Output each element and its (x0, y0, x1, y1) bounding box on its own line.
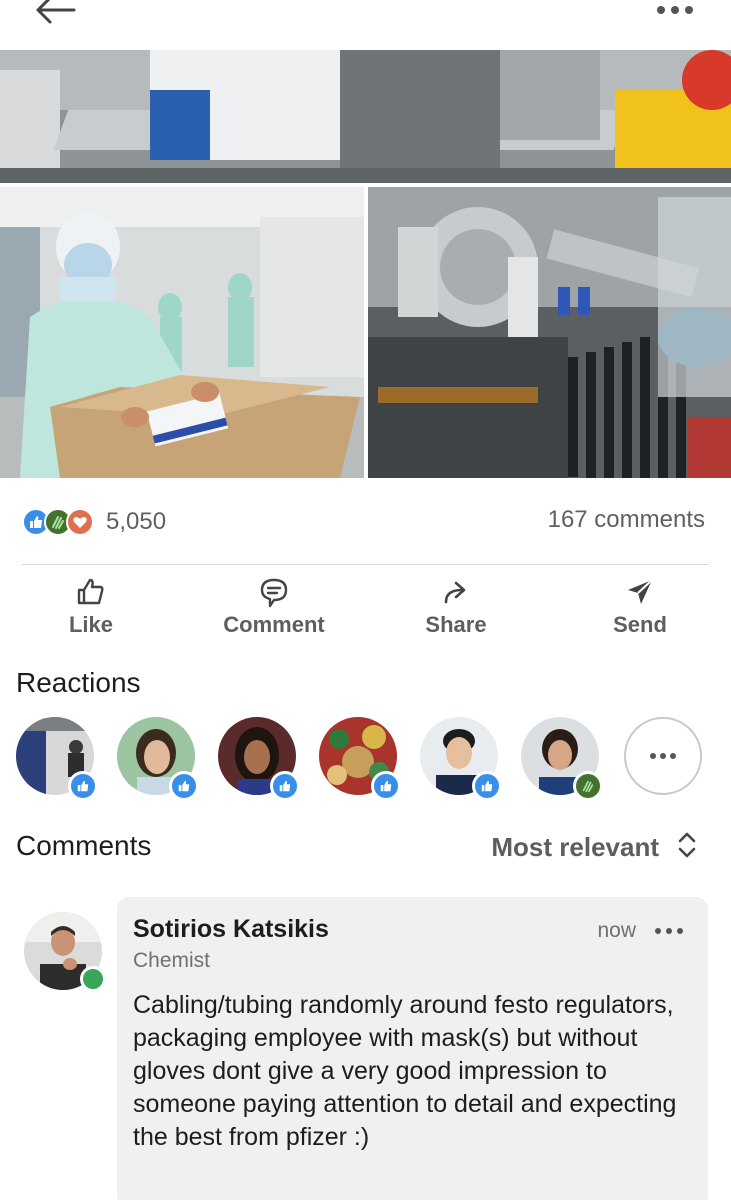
send-label: Send (613, 612, 667, 637)
post-image-packaging-line[interactable] (0, 50, 731, 183)
like-button[interactable]: Like (21, 574, 161, 644)
celebrate-icon (573, 771, 603, 801)
reactor-avatar[interactable] (117, 717, 199, 801)
reaction-icons (22, 508, 94, 536)
top-bar (0, 0, 731, 50)
divider (22, 564, 709, 565)
sort-dropdown[interactable]: Most relevant (491, 830, 697, 865)
reaction-summary[interactable]: 5,050 (22, 504, 166, 540)
more-reactors-button[interactable] (624, 717, 702, 795)
comment-author[interactable]: Sotirios Katsikis (133, 915, 329, 944)
sort-chevrons-icon (677, 830, 697, 865)
comment-more-icon[interactable] (652, 921, 686, 941)
like-icon (472, 771, 502, 801)
reactors-list (16, 717, 716, 801)
share-arrow-icon (440, 574, 472, 610)
reactor-avatar[interactable] (319, 717, 401, 801)
love-icon (66, 508, 94, 536)
reactor-avatar[interactable] (420, 717, 502, 801)
like-label: Like (68, 612, 114, 637)
reactor-avatar[interactable] (218, 717, 300, 801)
post-image-worker[interactable] (0, 187, 364, 478)
action-bar: Like Comment Share Send (0, 574, 731, 644)
reactions-heading: Reactions (16, 667, 141, 698)
share-label: Share (425, 612, 487, 637)
like-icon (68, 771, 98, 801)
share-button[interactable]: Share (386, 574, 526, 644)
comment-button[interactable]: Comment (204, 574, 344, 644)
comment-card: Sotirios Katsikis Chemist now Cabling/tu… (117, 897, 708, 1200)
comment-icon (258, 574, 290, 610)
like-icon (371, 771, 401, 801)
send-icon (625, 574, 655, 610)
send-button[interactable]: Send (570, 574, 710, 644)
comment-label: Comment (223, 612, 325, 637)
thumbs-up-icon (76, 574, 106, 610)
reactor-avatar[interactable] (16, 717, 98, 801)
more-options-icon[interactable] (651, 0, 701, 22)
like-icon (270, 771, 300, 801)
comments-heading: Comments (16, 830, 152, 861)
reactions-count[interactable]: 5,050 (106, 508, 166, 536)
comment-author-headline: Chemist (133, 949, 211, 972)
online-status-indicator (80, 966, 106, 992)
reactor-avatar[interactable] (521, 717, 603, 801)
post-images[interactable] (0, 50, 731, 478)
back-arrow-icon[interactable] (30, 0, 80, 26)
like-icon (169, 771, 199, 801)
comment-timestamp: now (597, 919, 636, 942)
sort-label: Most relevant (491, 832, 659, 862)
comments-count[interactable]: 167 comments (548, 506, 705, 534)
commenter-avatar[interactable] (24, 912, 106, 992)
post-image-machine[interactable] (368, 187, 731, 478)
comment-text: Cabling/tubing randomly around festo reg… (133, 991, 677, 1151)
